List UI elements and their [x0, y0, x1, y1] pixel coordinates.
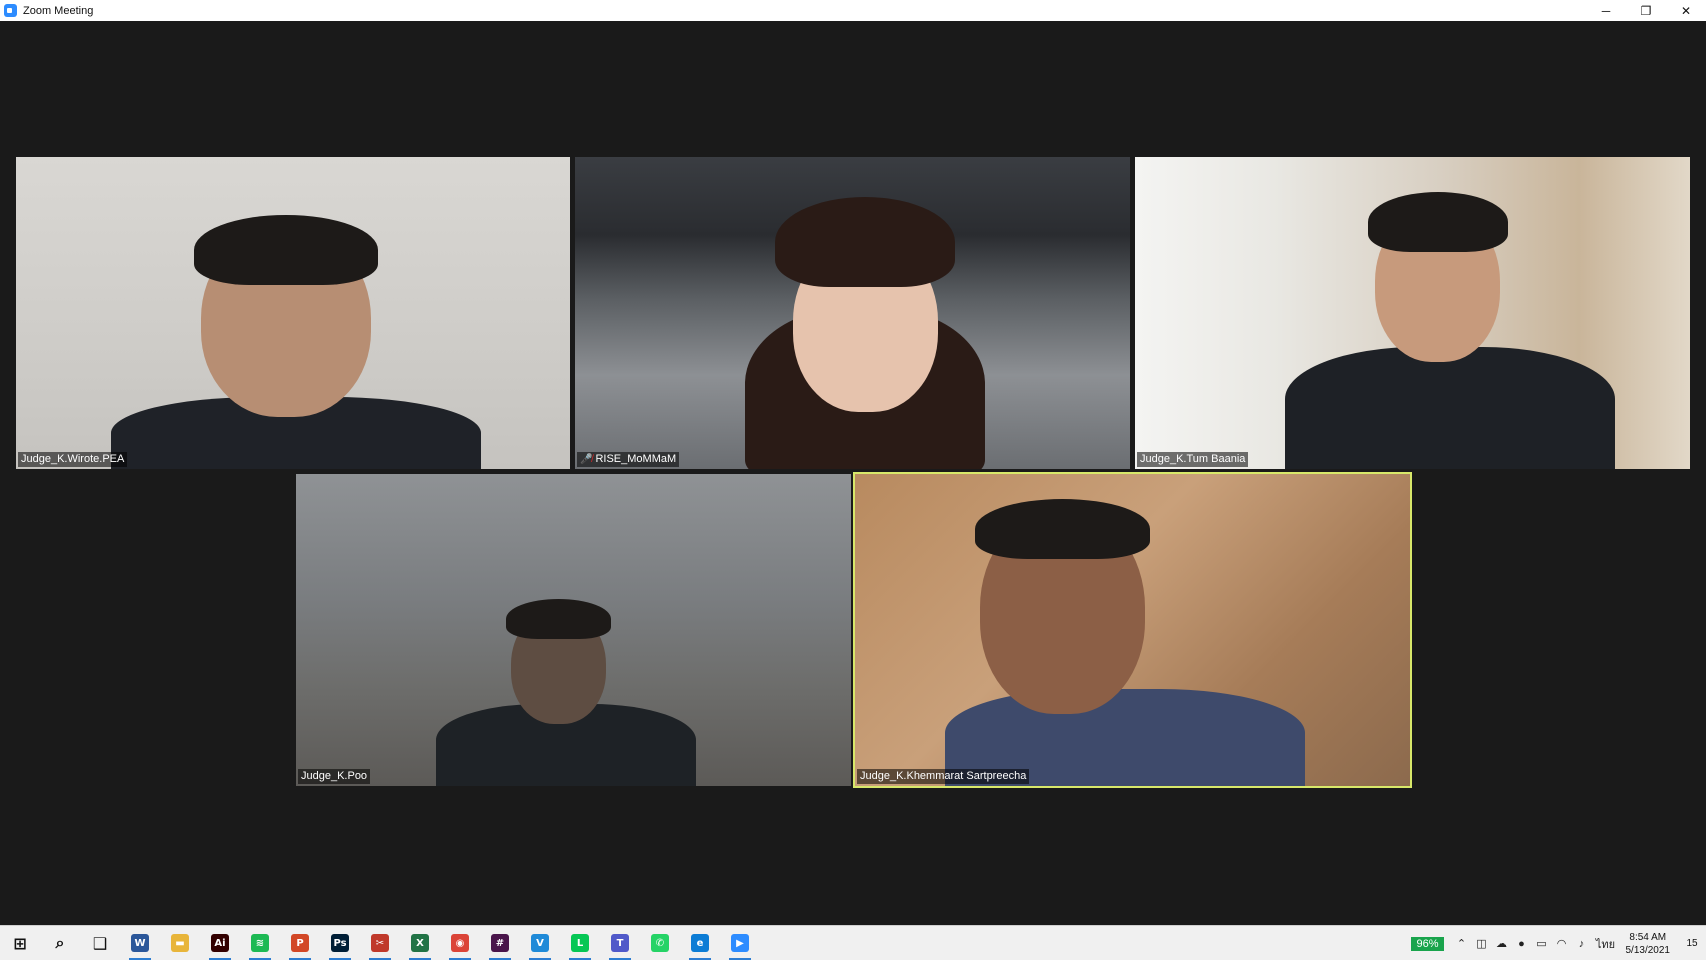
participant-name: Judge_K.Wirote.PEA — [21, 453, 125, 465]
chrome-taskbar-button[interactable]: ◉ — [440, 926, 480, 960]
zoom-taskbar-button[interactable]: ▶ — [720, 926, 760, 960]
participant-hair — [775, 197, 955, 287]
task-view-taskbar-button[interactable]: ❑ — [80, 926, 120, 960]
minimize-button[interactable]: ─ — [1586, 0, 1626, 21]
excel-icon: X — [411, 934, 429, 952]
participant-silhouette — [1285, 347, 1615, 469]
participant-name-tag: Judge_K.Poo — [298, 769, 371, 784]
participant-name-tag: Judge_K.Tum Baania — [1137, 452, 1249, 467]
spotify-taskbar-button[interactable]: ≋ — [240, 926, 280, 960]
taskbar-apps: ⊞ ⌕ ❑ W ▬ Ai ≋ P Ps ✂ X ◉ # V L T ✆ e ▶ — [0, 926, 760, 960]
search-taskbar-button[interactable]: ⌕ — [40, 926, 80, 960]
task-view-icon: ❑ — [92, 933, 108, 953]
teams-taskbar-button[interactable]: T — [600, 926, 640, 960]
participant-hair — [1368, 192, 1508, 252]
powerpoint-taskbar-button[interactable]: P — [280, 926, 320, 960]
close-button[interactable]: ✕ — [1666, 0, 1706, 21]
system-tray: 96% ⌃ ◫ ☁ ● ▭ ◠ ♪ ไทย 8:54 AM 5/13/2021 … — [1411, 926, 1706, 960]
language-indicator[interactable]: ไทย — [1592, 935, 1620, 953]
teams-icon: T — [611, 934, 629, 952]
participant-name: Judge_K.Tum Baania — [1140, 453, 1246, 465]
powerpoint-icon: P — [291, 934, 309, 952]
participant-hair — [975, 499, 1150, 559]
photoshop-taskbar-button[interactable]: Ps — [320, 926, 360, 960]
notification-center-button[interactable]: 15 — [1678, 926, 1706, 960]
zoom-app-icon — [4, 4, 17, 17]
participant-hair — [194, 215, 378, 285]
muted-mic-icon: 🎤̸ — [580, 454, 593, 465]
participant-name: Judge_K.Khemmarat Sartpreecha — [860, 770, 1027, 782]
file-explorer-taskbar-button[interactable]: ▬ — [160, 926, 200, 960]
video-tile[interactable]: Judge_K.Wirote.PEA — [16, 157, 570, 469]
volume-icon[interactable]: ♪ — [1572, 938, 1592, 950]
participant-name-tag: Judge_K.Wirote.PEA — [18, 452, 128, 467]
spotify-icon: ≋ — [251, 934, 269, 952]
edge-icon: e — [691, 934, 709, 952]
cloud-icon[interactable]: ☁ — [1492, 937, 1512, 950]
slack-taskbar-button[interactable]: # — [480, 926, 520, 960]
title-bar: Zoom Meeting ─ ❐ ✕ — [0, 0, 1706, 21]
illustrator-icon: Ai — [211, 934, 229, 952]
participant-name-tag: 🎤̸ RISE_MoMMaM — [577, 452, 680, 467]
video-tile[interactable]: Judge_K.Poo — [296, 474, 851, 786]
video-tile[interactable]: Judge_K.Tum Baania — [1135, 157, 1690, 469]
window-title: Zoom Meeting — [23, 4, 94, 17]
excel-taskbar-button[interactable]: X — [400, 926, 440, 960]
battery-icon[interactable]: ▭ — [1532, 937, 1552, 950]
video-tile-active-speaker[interactable]: Judge_K.Khemmarat Sartpreecha — [853, 472, 1412, 788]
whatsapp-icon: ✆ — [651, 934, 669, 952]
snipping-tool-taskbar-button[interactable]: ✂ — [360, 926, 400, 960]
participant-hair — [506, 599, 611, 639]
line-icon: L — [571, 934, 589, 952]
whatsapp-taskbar-button[interactable]: ✆ — [640, 926, 680, 960]
word-icon: W — [131, 934, 149, 952]
meeting-gallery: Judge_K.Wirote.PEA 🎤̸ RISE_MoMMaM Judge_… — [0, 21, 1706, 925]
windows-start-taskbar-button[interactable]: ⊞ — [0, 926, 40, 960]
camera-icon[interactable]: ◫ — [1472, 937, 1492, 950]
clock[interactable]: 8:54 AM 5/13/2021 — [1626, 931, 1671, 957]
zoom-icon: ▶ — [731, 934, 749, 952]
clock-date: 5/13/2021 — [1625, 944, 1671, 956]
windows-start-icon: ⊞ — [13, 933, 27, 953]
chrome-icon: ◉ — [451, 934, 469, 952]
word-taskbar-button[interactable]: W — [120, 926, 160, 960]
chevron-up-icon[interactable]: ⌃ — [1452, 937, 1472, 950]
photoshop-icon: Ps — [331, 934, 349, 952]
windows-taskbar: ⊞ ⌕ ❑ W ▬ Ai ≋ P Ps ✂ X ◉ # V L T ✆ e ▶ 96% ⌃ ◫ ☁ ● ▭ ◠ ♪ … — [0, 925, 1706, 960]
battery-indicator[interactable]: 96% — [1411, 936, 1444, 951]
microphone-icon[interactable]: ● — [1512, 938, 1532, 950]
wifi-icon[interactable]: ◠ — [1552, 937, 1572, 950]
participant-name: Judge_K.Poo — [301, 770, 368, 782]
file-explorer-icon: ▬ — [171, 934, 189, 952]
video-tile[interactable]: 🎤̸ RISE_MoMMaM — [575, 157, 1130, 469]
snipping-tool-icon: ✂ — [371, 934, 389, 952]
participant-name: RISE_MoMMaM — [595, 453, 677, 465]
illustrator-taskbar-button[interactable]: Ai — [200, 926, 240, 960]
notification-count: 15 — [1686, 938, 1698, 949]
line-taskbar-button[interactable]: L — [560, 926, 600, 960]
edge-taskbar-button[interactable]: e — [680, 926, 720, 960]
clock-time: 8:54 AM — [1629, 931, 1667, 943]
slack-icon: # — [491, 934, 509, 952]
vs-icon: V — [531, 934, 549, 952]
maximize-button[interactable]: ❐ — [1626, 0, 1666, 21]
participant-name-tag: Judge_K.Khemmarat Sartpreecha — [857, 769, 1030, 784]
search-icon: ⌕ — [55, 933, 65, 952]
vs-taskbar-button[interactable]: V — [520, 926, 560, 960]
